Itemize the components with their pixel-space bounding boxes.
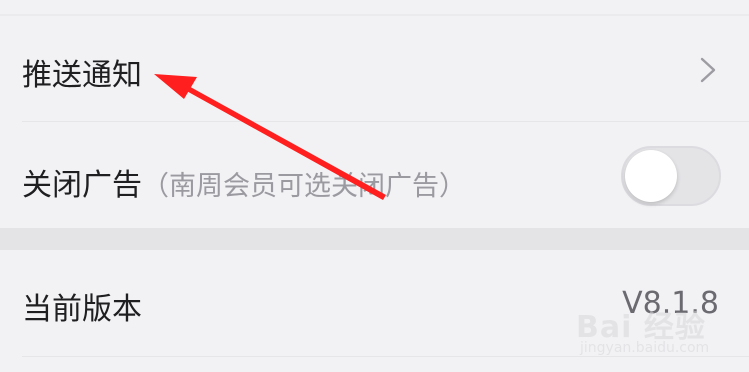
close-ads-row: 关闭广告（南周会员可选关闭广告） bbox=[0, 122, 749, 228]
push-notifications-row[interactable]: 推送通知 bbox=[0, 16, 749, 122]
close-ads-toggle[interactable] bbox=[621, 146, 721, 206]
section-gap bbox=[0, 228, 749, 250]
close-ads-note: （南周会员可选关闭广告） bbox=[142, 171, 466, 202]
baidu-watermark: Bai 经验 jingyan.baidu.com bbox=[576, 300, 736, 360]
watermark-url: jingyan.baidu.com bbox=[580, 340, 710, 356]
close-ads-label: 关闭广告（南周会员可选关闭广告） bbox=[22, 160, 466, 204]
chevron-right-icon bbox=[700, 57, 716, 83]
current-version-label: 当前版本 bbox=[22, 292, 142, 327]
toggle-knob bbox=[625, 150, 677, 202]
push-notifications-label: 推送通知 bbox=[22, 58, 142, 93]
close-ads-title: 关闭广告 bbox=[22, 168, 142, 203]
